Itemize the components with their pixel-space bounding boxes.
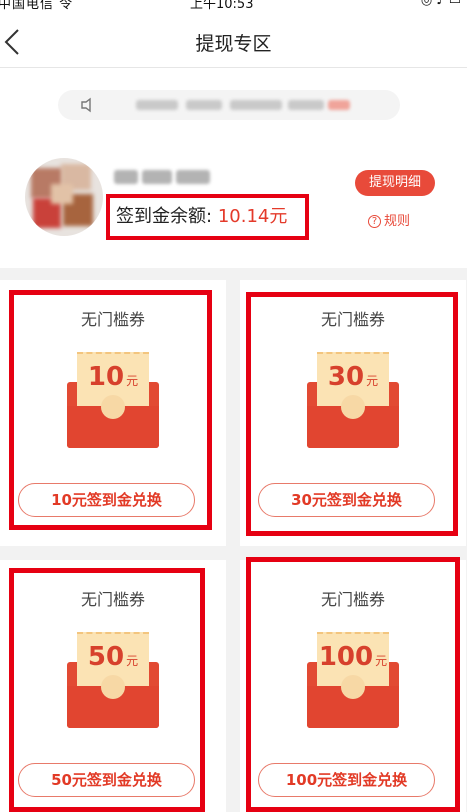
balance-value: 10.14元	[217, 206, 288, 227]
highlight-box	[9, 290, 212, 530]
nav-bar: 提现专区	[0, 16, 467, 68]
carrier-label: 中国电信 令	[0, 0, 74, 12]
speaker-icon	[81, 97, 91, 113]
account-panel: 签到金余额: 10.14元 提现明细 ? 规则	[0, 68, 467, 268]
balance-label: 签到金余额:	[116, 206, 213, 227]
clock: 上午10:53	[190, 0, 254, 12]
battery-icon: ◎ ♪ ▭	[420, 0, 461, 8]
rules-label: 规则	[384, 214, 411, 229]
question-icon: ?	[368, 215, 381, 228]
page-title: 提现专区	[195, 33, 272, 55]
highlight-box	[246, 557, 460, 812]
status-bar: 中国电信 令 上午10:53 ◎ ♪ ▭	[0, 0, 467, 16]
rules-link[interactable]: ? 规则	[368, 210, 410, 229]
highlight-box	[9, 568, 205, 812]
balance-display: 签到金余额: 10.14元	[106, 194, 309, 240]
highlight-box	[246, 292, 458, 536]
notice-bar	[58, 90, 400, 120]
avatar	[25, 158, 103, 236]
withdraw-detail-button[interactable]: 提现明细	[355, 170, 435, 196]
